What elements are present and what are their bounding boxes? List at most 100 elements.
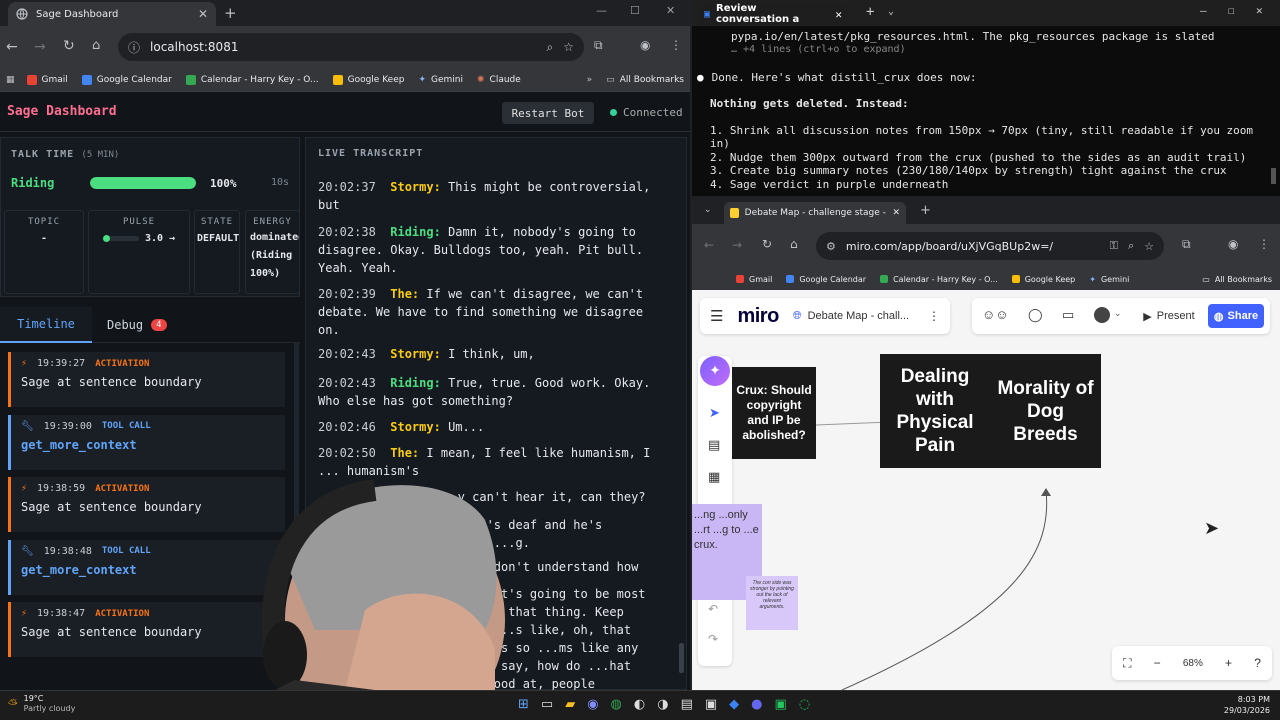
back-icon[interactable]: ← bbox=[704, 238, 714, 252]
bookmark-gmail[interactable]: Gmail bbox=[26, 74, 68, 85]
bookmark-calendar[interactable]: Google Calendar bbox=[786, 275, 866, 284]
home-icon[interactable]: ⌂ bbox=[92, 38, 100, 53]
all-bookmarks[interactable]: ▭ All Bookmarks bbox=[1202, 275, 1272, 284]
terminal-scrollbar[interactable] bbox=[1271, 168, 1276, 184]
new-tab-icon[interactable]: + bbox=[920, 203, 931, 218]
reload-icon[interactable]: ↻ bbox=[762, 237, 772, 251]
extensions-icon[interactable]: ⧉ bbox=[1182, 237, 1191, 252]
bookmark-claude[interactable]: ✺ Claude bbox=[477, 75, 521, 85]
close-window-icon[interactable]: ✕ bbox=[666, 4, 675, 17]
minimize-icon[interactable]: — bbox=[1200, 4, 1207, 17]
help-icon[interactable]: ? bbox=[1254, 656, 1261, 670]
home-icon[interactable]: ⌂ bbox=[790, 237, 798, 251]
bookmark-gmail[interactable]: Gmail bbox=[736, 275, 772, 284]
new-tab-icon[interactable]: + bbox=[866, 4, 874, 20]
close-tab-icon[interactable]: ✕ bbox=[198, 7, 208, 21]
bookmark-calendar[interactable]: Google Calendar bbox=[81, 74, 172, 85]
tab-timeline[interactable]: Timeline bbox=[0, 307, 92, 343]
close-tab-icon[interactable]: ✕ bbox=[835, 8, 842, 21]
start-icon[interactable]: ⊞ bbox=[518, 697, 529, 712]
file-explorer-icon[interactable]: ▰ bbox=[565, 697, 575, 712]
app-icon[interactable]: ◌ bbox=[799, 697, 810, 712]
zoom-out-icon[interactable]: − bbox=[1154, 656, 1161, 670]
tab-search-icon[interactable]: ⌄ bbox=[704, 205, 712, 215]
site-info-icon[interactable]: ⓘ bbox=[128, 39, 140, 56]
forward-icon[interactable]: → bbox=[732, 238, 742, 252]
extensions-icon[interactable]: ⧉ bbox=[594, 38, 603, 53]
bookmark-keep[interactable]: Google Keep bbox=[1011, 275, 1075, 284]
dog-breeds-note[interactable]: Morality of Dog Breeds bbox=[990, 354, 1101, 468]
miro-browser-window: ⌄ Debate Map - challenge stage - Miro ✕ … bbox=[692, 200, 1280, 690]
timeline-event[interactable]: 🔧︎ 19:39:00 TOOL CALL get_more_context bbox=[8, 414, 285, 470]
restart-bot-button[interactable]: Restart Bot bbox=[502, 102, 594, 124]
transcript-speaker: Riding: bbox=[390, 376, 441, 390]
crux-note[interactable]: Crux: Should copyright and IP be abolish… bbox=[732, 367, 816, 459]
tab-review-conversation[interactable]: ▣ Review conversation a ✕ bbox=[698, 3, 848, 25]
tab-debug[interactable]: Debug 4 bbox=[107, 307, 167, 343]
profile-icon[interactable]: ◉ bbox=[1228, 237, 1238, 251]
zoom-icon[interactable]: ⌕ bbox=[547, 40, 554, 55]
close-tab-icon[interactable]: ✕ bbox=[892, 208, 900, 218]
zoom-icon[interactable]: ⌕ bbox=[1128, 239, 1134, 253]
app-icon[interactable]: ▣ bbox=[775, 697, 787, 712]
timeline-event[interactable]: ⚡︎ 19:38:47 ACTIVATION Sage at sentence bou… bbox=[8, 602, 285, 657]
back-icon[interactable]: ← bbox=[6, 39, 18, 55]
notes-icon[interactable]: ▤ bbox=[681, 697, 693, 712]
app-icon[interactable]: ● bbox=[751, 697, 762, 712]
menu-kebab-icon[interactable]: ⋮ bbox=[1258, 237, 1270, 251]
chrome-icon[interactable]: ◍ bbox=[611, 697, 622, 712]
key-icon[interactable]: ⚿ bbox=[1110, 239, 1118, 253]
transcript-scrollbar[interactable] bbox=[679, 643, 684, 673]
physical-pain-note[interactable]: Dealing with Physical Pain bbox=[880, 354, 990, 468]
app-icon[interactable]: ◑ bbox=[657, 697, 668, 712]
timeline-event[interactable]: 🔧︎ 19:38:48 TOOL CALL get_more_context bbox=[8, 539, 285, 595]
tab-debate-map[interactable]: Debate Map - challenge stage - Miro ✕ bbox=[724, 202, 906, 224]
chevron-down-icon[interactable]: ⌄ bbox=[888, 6, 894, 17]
bookmarks-overflow[interactable]: » bbox=[587, 75, 593, 85]
forward-icon[interactable]: → bbox=[34, 39, 46, 55]
maximize-icon[interactable]: ☐ bbox=[630, 4, 640, 17]
terminal-tabbar: ▣ Review conversation a ✕ + ⌄ — ☐ ✕ bbox=[692, 0, 1280, 26]
small-summary-note[interactable]: The con side was stronger by pointing ou… bbox=[746, 576, 798, 630]
vscode-icon[interactable]: ◆ bbox=[729, 697, 739, 712]
clock[interactable]: 8:03 PM 29/03/2026 bbox=[1224, 694, 1270, 716]
task-view-icon[interactable]: ▭ bbox=[541, 697, 553, 712]
new-tab-icon[interactable]: + bbox=[224, 4, 237, 22]
close-window-icon[interactable]: ✕ bbox=[1256, 4, 1263, 17]
zoom-level[interactable]: 68% bbox=[1183, 658, 1203, 669]
bookmark-star-icon[interactable]: ☆ bbox=[1144, 240, 1154, 253]
bookmark-gemini[interactable]: ✦ Gemini bbox=[1089, 275, 1129, 284]
steam-icon[interactable]: ◐ bbox=[634, 697, 645, 712]
all-bookmarks[interactable]: ▭ All Bookmarks bbox=[606, 75, 684, 85]
apps-grid-icon[interactable]: ▦ bbox=[6, 75, 15, 85]
reload-icon[interactable]: ↻ bbox=[63, 38, 75, 54]
maximize-icon[interactable]: ☐ bbox=[1228, 4, 1235, 17]
bookmark-calendar-harry[interactable]: Calendar - Harry Key - O... bbox=[880, 275, 998, 284]
zoom-in-icon[interactable]: + bbox=[1225, 656, 1232, 670]
event-body: get_more_context bbox=[21, 437, 137, 452]
minimize-icon[interactable]: — bbox=[596, 4, 607, 17]
globe-icon bbox=[16, 8, 28, 20]
bookmark-keep[interactable]: Google Keep bbox=[332, 74, 404, 85]
profile-icon[interactable]: ◉ bbox=[640, 38, 650, 52]
bookmark-gemini[interactable]: ✦ Gemini bbox=[418, 75, 463, 85]
timeline-event[interactable]: ⚡︎ 19:39:27 ACTIVATION Sage at sentence bou… bbox=[8, 352, 285, 407]
discord-icon[interactable]: ◉ bbox=[587, 697, 598, 712]
fit-screen-icon[interactable]: ⛶ bbox=[1123, 656, 1131, 671]
address-bar[interactable]: ⚙ miro.com/app/board/uXjVGqBUp2w=/ ⚿ ⌕ ☆ bbox=[816, 232, 1164, 260]
terminal-icon[interactable]: ▣ bbox=[705, 697, 717, 712]
menu-kebab-icon[interactable]: ⋮ bbox=[670, 38, 682, 52]
site-info-icon[interactable]: ⚙ bbox=[826, 240, 836, 253]
bookmark-star-icon[interactable]: ☆ bbox=[563, 40, 574, 54]
pulse-card: PULSE 3.0 → bbox=[88, 210, 190, 294]
folder-icon: ▭ bbox=[606, 74, 615, 85]
bookmark-calendar-harry[interactable]: Calendar - Harry Key - O... bbox=[185, 74, 319, 85]
address-bar[interactable]: ⓘ localhost:8081 ⌕ ☆ bbox=[118, 33, 584, 61]
timeline-event[interactable]: ⚡︎ 19:38:59 ACTIVATION Sage at sentence bou… bbox=[8, 477, 285, 532]
debug-count-badge: 4 bbox=[151, 319, 167, 331]
weather-widget[interactable]: ⛅︎ 19°C Partly cloudy bbox=[8, 694, 75, 714]
gemini-icon: ✦ bbox=[1089, 274, 1096, 284]
tab-sage-dashboard[interactable]: Sage Dashboard ✕ bbox=[8, 2, 216, 26]
miro-canvas[interactable]: ☰ miro 🌐︎ Debate Map - chall... ⋮ ☺☺ ◯ ▭ … bbox=[692, 290, 1280, 690]
bookmarks-bar: ▦ Gmail Google Calendar Calendar - Harry… bbox=[0, 68, 690, 92]
